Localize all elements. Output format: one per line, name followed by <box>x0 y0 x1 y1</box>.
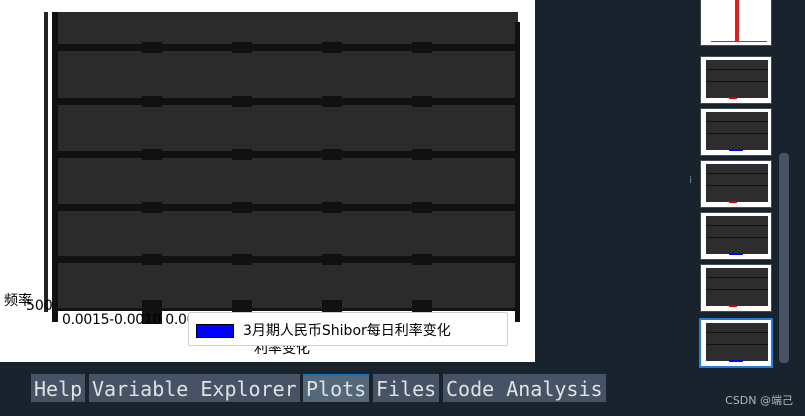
thumbnail-preview <box>711 0 767 42</box>
y-tick-label: 500 <box>26 298 53 314</box>
tab-help[interactable]: Help <box>31 374 86 402</box>
tab-plots[interactable]: Plots <box>303 374 370 402</box>
plot-thumbnail-6[interactable] <box>700 264 772 312</box>
thumbnail-list <box>697 0 777 370</box>
watermark: CSDN @端己 <box>725 394 793 407</box>
tab-code-analysis[interactable]: Code Analysis <box>443 374 606 402</box>
plot-thumbnail-7-selected[interactable] <box>699 318 773 368</box>
pane-tab-bar: Help Variable Explorer Plots Files Code … <box>0 370 805 416</box>
plot-thumbnail-1[interactable] <box>700 0 772 46</box>
plot-thumbnail-3[interactable] <box>700 108 772 156</box>
tab-variable-explorer[interactable]: Variable Explorer <box>89 374 300 402</box>
splitter-handle[interactable]: ⁞ <box>689 175 692 186</box>
scrollbar-handle[interactable] <box>779 153 789 363</box>
legend-label: 3月期人民币Shibor每日利率变化 <box>243 323 451 339</box>
plot-thumbnail-2[interactable] <box>700 56 772 104</box>
legend-swatch <box>196 324 234 338</box>
plot-legend: 3月期人民币Shibor每日利率变化 <box>188 312 508 346</box>
plot-canvas: 频率 500 0.0015-0.0010 0.0005 0.0000 0.000… <box>0 0 535 362</box>
histogram-plot <box>44 12 520 324</box>
thumbnail-scrollbar[interactable] <box>778 0 792 370</box>
plot-thumbnail-4[interactable] <box>700 160 772 208</box>
plot-thumbnail-5[interactable] <box>700 212 772 260</box>
tab-files[interactable]: Files <box>373 374 440 402</box>
